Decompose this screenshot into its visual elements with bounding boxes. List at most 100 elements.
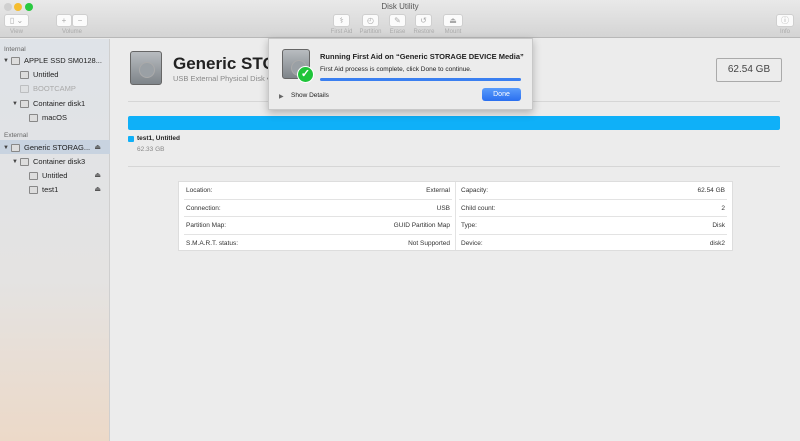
progress-fill — [320, 78, 521, 81]
info-label: Info — [779, 29, 790, 35]
erase-button[interactable]: ✎ — [389, 14, 406, 27]
info-key: Type: — [461, 222, 477, 229]
info-row: Type: Disk — [459, 217, 727, 235]
divider — [128, 166, 780, 167]
info-key: Connection: — [186, 204, 221, 212]
sidebar-item-apple-ssd[interactable]: APPLE SSD SM0128... — [11, 54, 102, 67]
info-key: Capacity: — [461, 187, 489, 194]
item-label: Generic STORAG... — [24, 143, 91, 152]
info-key: Child count: — [461, 204, 496, 212]
sidebar-item-container-disk1[interactable]: Container disk1 — [20, 97, 85, 110]
eject-icon[interactable]: ⏏ — [94, 171, 101, 179]
info-row: Device: disk2 — [459, 235, 727, 253]
disk-size-box: 62.54 GB — [716, 58, 782, 82]
sidebar-item-generic-storage[interactable]: Generic STORAG... — [11, 141, 90, 154]
info-row: Connection: USB — [184, 200, 452, 217]
erase-icon: ✎ — [394, 16, 401, 25]
restore-label: Restore — [413, 29, 435, 35]
info-table: Location: External Connection: USB Partition… — [178, 181, 733, 251]
info-value: External — [426, 187, 450, 194]
sidebar-item-untitled[interactable]: Untitled — [20, 68, 58, 81]
view-button[interactable]: ▯ ⌄ — [4, 14, 29, 27]
dialog-title: Running First Aid on “Generic STORAGE DE… — [320, 52, 524, 61]
item-label: Container disk3 — [33, 157, 86, 166]
progress-bar — [320, 78, 521, 81]
volume-icon — [20, 71, 29, 80]
view-label: View — [10, 29, 23, 35]
item-label: Untitled — [42, 171, 68, 180]
disk-subtitle: USB External Physical Disk • — [173, 74, 270, 83]
section-external: External — [4, 132, 28, 139]
partition-usage-bar — [128, 116, 780, 130]
info-key: Partition Map: — [186, 222, 227, 229]
info-value: 62.54 GB — [697, 187, 725, 194]
disclosure-triangle[interactable]: ▼ — [3, 145, 9, 151]
stethoscope-icon: ⚕ — [339, 16, 344, 25]
partition-icon: ◴ — [367, 16, 374, 25]
mount-icon: ⏏ — [449, 16, 457, 25]
restore-button[interactable]: ↺ — [415, 14, 432, 27]
info-row: Child count: 2 — [459, 200, 727, 217]
item-label: BOOTCAMP — [33, 84, 76, 93]
volume-legend-label: test1, Untitled — [137, 135, 180, 142]
first-aid-label: First Aid — [330, 29, 353, 35]
disclosure-triangle[interactable]: ▼ — [12, 159, 18, 165]
disclosure-triangle[interactable]: ▶ — [279, 93, 284, 100]
section-internal: Internal — [4, 46, 26, 53]
info-value: Not Supported — [408, 239, 450, 247]
partition-label: Partition — [359, 29, 382, 35]
add-volume-button[interactable]: + — [56, 14, 72, 27]
legend-color-swatch — [128, 136, 134, 142]
volume-legend-size: 62.33 GB — [137, 146, 165, 153]
info-value: GUID Partition Map — [393, 222, 450, 229]
eject-icon[interactable]: ⏏ — [94, 143, 101, 151]
sidebar-item-test1[interactable]: test1 — [29, 183, 58, 196]
sidebar: Internal ▼ APPLE SSD SM0128... Untitled … — [0, 39, 110, 441]
mount-label: Mount — [444, 29, 462, 35]
item-label: test1 — [42, 185, 59, 194]
container-icon — [20, 158, 29, 167]
sidebar-item-bootcamp[interactable]: BOOTCAMP — [20, 82, 76, 95]
info-button[interactable]: ⓘ — [776, 14, 794, 27]
item-label: APPLE SSD SM0128... — [24, 56, 102, 65]
info-row: Capacity: 62.54 GB — [459, 182, 727, 200]
erase-label: Erase — [389, 29, 406, 35]
sidebar-item-macos[interactable]: macOS — [29, 111, 67, 124]
done-button[interactable]: Done — [482, 88, 521, 101]
info-value: Disk — [712, 222, 725, 229]
first-aid-sheet: ✓ Running First Aid on “Generic STORAGE … — [268, 38, 533, 110]
item-label: macOS — [42, 113, 68, 122]
disk-icon — [130, 51, 162, 85]
container-icon — [20, 100, 29, 109]
mount-button[interactable]: ⏏ — [443, 14, 463, 27]
sidebar-icon: ▯ ⌄ — [9, 16, 24, 25]
sidebar-item-container-disk3[interactable]: Container disk3 — [20, 155, 85, 168]
volume-label: Volume — [61, 29, 82, 35]
info-value: disk2 — [709, 239, 725, 247]
info-icon: ⓘ — [781, 16, 789, 25]
remove-volume-button[interactable]: − — [72, 14, 88, 27]
partition-button[interactable]: ◴ — [362, 14, 379, 27]
disclosure-triangle[interactable]: ▼ — [3, 58, 9, 64]
volume-icon — [29, 114, 38, 123]
info-key: S.M.A.R.T. status: — [186, 239, 239, 247]
info-row: Partition Map: GUID Partition Map — [184, 217, 452, 235]
item-label: Untitled — [33, 70, 59, 79]
info-row: S.M.A.R.T. status: Not Supported — [184, 235, 452, 253]
show-details-toggle[interactable]: Show Details — [291, 92, 329, 99]
dialog-message: First Aid process is complete, click Don… — [320, 66, 472, 73]
disk-icon — [11, 144, 20, 153]
first-aid-button[interactable]: ⚕ — [333, 14, 350, 27]
window-title: Disk Utility — [381, 2, 419, 11]
toolbar: Disk Utility ▯ ⌄ View + − Volume ⚕ First… — [0, 0, 800, 38]
sidebar-item-untitled-ext[interactable]: Untitled — [29, 169, 67, 182]
volume-icon — [29, 172, 38, 181]
checkmark-icon: ✓ — [297, 66, 314, 83]
disclosure-triangle[interactable]: ▼ — [12, 101, 18, 107]
info-value: USB — [436, 204, 450, 212]
info-key: Location: — [186, 187, 213, 194]
disk-icon — [11, 57, 20, 66]
info-key: Device: — [461, 239, 483, 247]
volume-icon — [20, 85, 29, 94]
eject-icon[interactable]: ⏏ — [94, 185, 101, 193]
